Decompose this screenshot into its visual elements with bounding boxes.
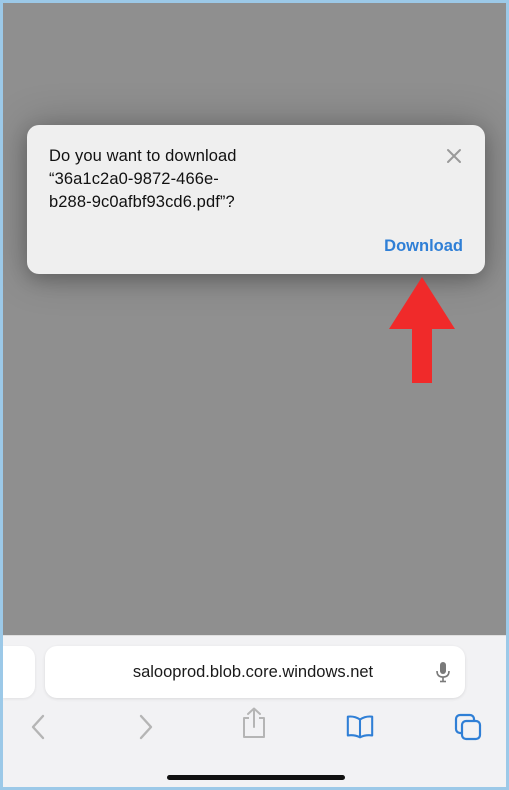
address-bar[interactable]: salooprod.blob.core.windows.net xyxy=(45,646,465,698)
close-icon xyxy=(447,149,461,163)
dialog-message-line-2: “36a1c2a0-9872-466e- xyxy=(49,170,219,188)
dialog-message: Do you want to download “36a1c2a0-9872-4… xyxy=(49,145,389,214)
bottom-toolbar: salooprod.blob.core.windows.net xyxy=(3,635,506,787)
browser-window: Do you want to download “36a1c2a0-9872-4… xyxy=(3,3,506,787)
tabs-button[interactable] xyxy=(453,712,483,742)
microphone-icon[interactable] xyxy=(435,661,451,683)
red-arrow-annotation xyxy=(389,277,455,383)
bookmarks-button[interactable] xyxy=(345,712,375,742)
bookmarks-icon xyxy=(346,715,374,739)
share-button[interactable] xyxy=(239,707,269,738)
previous-tab-preview[interactable] xyxy=(3,646,35,698)
back-icon xyxy=(31,714,45,740)
tabs-icon xyxy=(454,713,482,741)
forward-icon xyxy=(139,714,153,740)
back-button[interactable] xyxy=(23,712,53,742)
download-dialog: Do you want to download “36a1c2a0-9872-4… xyxy=(27,125,485,274)
dialog-message-line-3: b288-9c0afbf93cd6.pdf”? xyxy=(49,193,235,211)
download-button[interactable]: Download xyxy=(384,237,463,256)
dialog-message-line-1: Do you want to download xyxy=(49,147,237,165)
close-button[interactable] xyxy=(445,147,463,165)
address-url: salooprod.blob.core.windows.net xyxy=(132,663,374,681)
home-indicator xyxy=(167,775,345,780)
share-icon xyxy=(243,707,265,738)
forward-button[interactable] xyxy=(131,712,161,742)
